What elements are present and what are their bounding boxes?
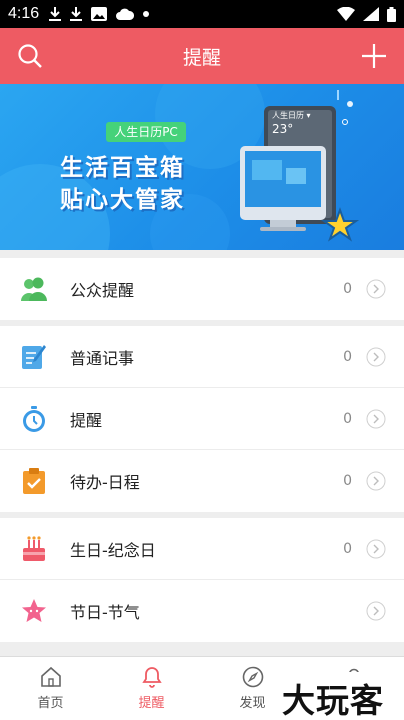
notepad-icon: [22, 345, 46, 369]
birthday-cake-icon: [23, 536, 45, 561]
wifi-icon: [337, 7, 355, 21]
list-item-count: 0: [343, 348, 352, 365]
chevron-right-icon: [366, 409, 386, 429]
status-time: 4:16: [8, 5, 40, 22]
chevron-right-icon: [366, 279, 386, 299]
list-item-reminder[interactable]: 提醒 0: [0, 388, 404, 450]
festival-star-icon: [22, 599, 46, 622]
list-item-public-reminder[interactable]: 公众提醒 0: [0, 258, 404, 320]
list-item-count: 0: [343, 473, 352, 489]
list-item-birthday[interactable]: 生日-纪念日 0: [0, 518, 404, 580]
tab-reminder[interactable]: 提醒: [101, 657, 202, 720]
dot-icon: [143, 11, 150, 17]
download-icon: [70, 7, 83, 21]
public-reminder-icon: [21, 277, 47, 301]
list-item-notes[interactable]: 普通记事 0: [0, 326, 404, 388]
battery-icon: [387, 6, 396, 22]
tab-label: 发现: [239, 696, 266, 711]
watermark-logo: 大玩客: [280, 672, 398, 720]
list-item-count: 0: [343, 281, 352, 297]
list-item-label: 提醒: [70, 410, 103, 430]
image-icon: [91, 7, 108, 21]
home-icon: [40, 666, 61, 687]
page-title: 提醒: [182, 46, 221, 69]
tab-label: 首页: [37, 696, 64, 711]
search-button[interactable]: [14, 40, 46, 72]
list-item-label: 普通记事: [70, 348, 135, 368]
list-item-count: 0: [343, 540, 352, 557]
banner-headline: 生活百宝箱: [60, 155, 185, 181]
plus-icon: [362, 44, 386, 68]
tab-label: 提醒: [138, 696, 165, 711]
banner-subheadline: 贴心大管家: [60, 187, 185, 213]
chevron-right-icon: [366, 601, 386, 621]
list-item-todo[interactable]: 待办-日程 0: [0, 450, 404, 512]
status-bar: 4:16: [0, 0, 404, 28]
tab-home[interactable]: 首页: [0, 657, 101, 720]
download-icon: [49, 7, 62, 21]
chevron-right-icon: [366, 539, 386, 559]
chevron-right-icon: [366, 471, 386, 491]
bell-icon: [141, 667, 162, 688]
promo-banner[interactable]: 人生日历PC 生活百宝箱 贴心大管家 人生日历 ▾ 23°: [0, 84, 404, 250]
app-header: 提醒: [0, 28, 404, 84]
list-item-festival[interactable]: 节日-节气: [0, 580, 404, 642]
compass-icon: [242, 666, 263, 688]
widget-label: 人生日历 ▾: [272, 111, 311, 120]
banner-tag: 人生日历PC: [106, 122, 186, 142]
alarm-clock-icon: [23, 406, 45, 432]
list-item-label: 生日-纪念日: [70, 540, 156, 560]
list-item-label: 待办-日程: [70, 473, 140, 492]
add-button[interactable]: [358, 40, 390, 72]
list-item-label: 公众提醒: [70, 281, 135, 300]
list-item-count: 0: [343, 410, 352, 427]
watermark-text: 大玩客: [282, 681, 384, 720]
section-occasions: 生日-纪念日 0 节日-节气: [0, 518, 404, 642]
widget-temperature: 23°: [272, 122, 294, 136]
section-notes: 普通记事 0 提醒 0 待办-日程 0: [0, 326, 404, 512]
search-icon: [18, 44, 42, 68]
chevron-right-icon: [366, 347, 386, 367]
todo-clipboard-icon: [23, 468, 45, 494]
section-public: 公众提醒 0: [0, 258, 404, 320]
signal-icon: [363, 7, 379, 21]
list-item-label: 节日-节气: [70, 603, 140, 622]
cloud-icon: [116, 8, 135, 20]
